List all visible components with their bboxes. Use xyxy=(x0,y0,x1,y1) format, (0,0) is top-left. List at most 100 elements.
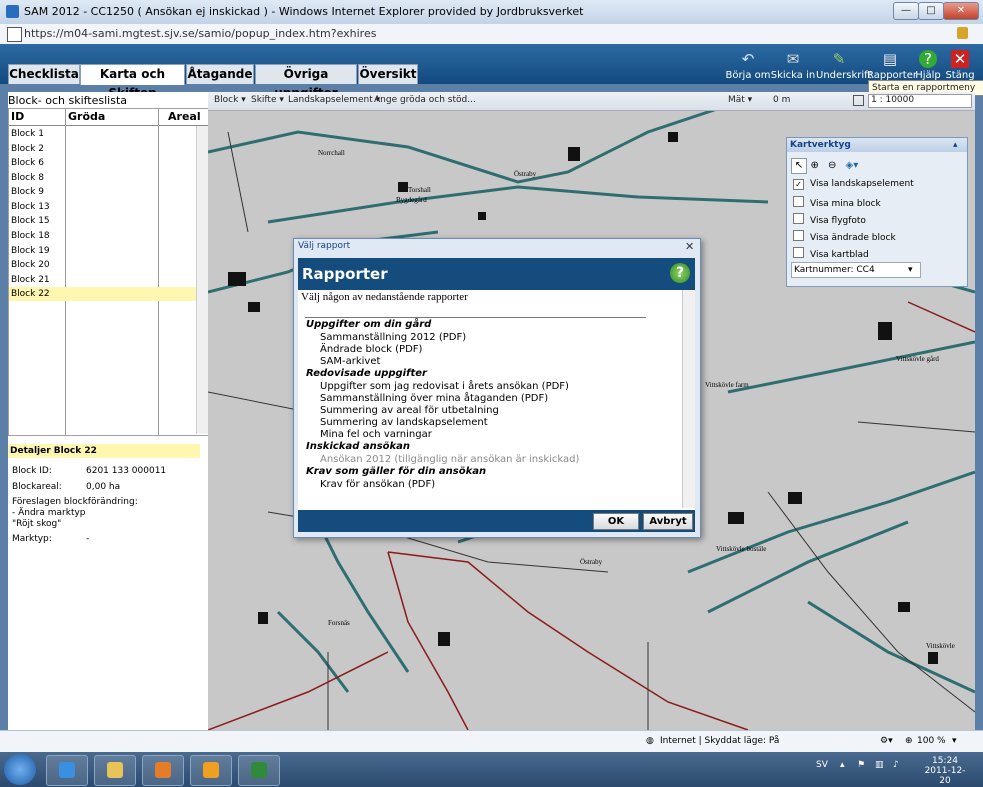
visa-flygfoto[interactable]: Visa flygfoto xyxy=(793,213,866,226)
mat-menu[interactable]: Mät ▾ xyxy=(728,95,752,105)
zoom-out-icon[interactable]: ⊖ xyxy=(828,160,842,171)
table-row[interactable]: Block 8 xyxy=(9,171,196,185)
tab-oversikt[interactable]: Översikt xyxy=(358,64,418,84)
skicka-in-button[interactable]: ✉ Skicka in xyxy=(770,50,816,81)
tab-atagande[interactable]: Åtagande xyxy=(186,64,254,84)
table-row-selected[interactable]: Block 22 xyxy=(9,287,196,301)
tab-checklista[interactable]: Checklista xyxy=(8,64,80,84)
scale-select[interactable]: 1 : 10000 xyxy=(868,94,972,108)
report-link[interactable]: Summering av landskapselement xyxy=(320,417,488,428)
report-link[interactable]: Sammanställning 2012 (PDF) xyxy=(320,332,466,343)
ok-button[interactable]: OK xyxy=(593,513,639,530)
clock-date: 2011-12-20 xyxy=(924,766,966,786)
send-icon: ✉ xyxy=(786,50,800,68)
report-link[interactable]: Krav för ansökan (PDF) xyxy=(320,479,435,490)
page-icon xyxy=(7,27,22,42)
clock[interactable]: 15:24 2011-12-20 xyxy=(920,756,970,786)
visa-andrade-block[interactable]: Visa ändrade block xyxy=(793,230,896,243)
table-row[interactable]: Block 20 xyxy=(9,258,196,272)
collapse-icon[interactable]: ▴ xyxy=(953,138,958,152)
volume-icon[interactable]: ♪ xyxy=(893,760,899,770)
table-row[interactable]: Block 2 xyxy=(9,142,196,156)
table-row[interactable]: Block 21 xyxy=(9,273,196,287)
col-groda[interactable]: Gröda xyxy=(68,110,105,123)
maximize-button[interactable]: □ xyxy=(918,2,944,20)
checkbox-icon[interactable] xyxy=(793,247,804,258)
url-text[interactable]: https://m04-sami.mgtest.sjv.se/samio/pop… xyxy=(24,27,376,40)
checkbox-icon[interactable]: ✓ xyxy=(793,179,804,190)
ange-groda-button[interactable]: Ange gröda och stöd... xyxy=(374,95,476,105)
map-tools-header: Kartverktyg ▴ xyxy=(787,138,967,152)
ie-taskbar-button[interactable] xyxy=(46,755,88,786)
marktyp-value: - xyxy=(86,534,90,544)
skicka-in-label: Skicka in xyxy=(770,70,816,81)
outlook-taskbar-button[interactable] xyxy=(190,755,232,786)
calendar-icon[interactable] xyxy=(853,95,864,106)
security-zone[interactable]: Internet | Skyddat läge: På xyxy=(660,736,779,746)
table-row[interactable]: Block 9 xyxy=(9,185,196,199)
visa-kartblad[interactable]: Visa kartblad xyxy=(793,247,869,260)
settings-icon[interactable]: ⚙▾ xyxy=(880,736,893,746)
table-row[interactable]: Block 18 xyxy=(9,229,196,243)
landskapselement-menu[interactable]: Landskapselement ▾ xyxy=(288,95,380,105)
tab-karta-och-skiften[interactable]: Karta och Skiften xyxy=(80,64,185,100)
report-link[interactable]: Mina fel och varningar xyxy=(320,429,432,440)
start-button[interactable] xyxy=(4,754,36,785)
lock-icon[interactable] xyxy=(957,27,968,39)
flag-icon[interactable]: ⚑ xyxy=(857,760,865,770)
table-row[interactable]: Block 19 xyxy=(9,244,196,258)
report-link[interactable]: Ändrade block (PDF) xyxy=(320,344,422,355)
dialog-close-icon[interactable]: ✕ xyxy=(685,240,694,253)
dialog-banner-title: Rapporter xyxy=(302,265,388,283)
network-icon[interactable]: ▥ xyxy=(875,760,884,770)
show-hidden-icons[interactable]: ▴ xyxy=(840,760,845,770)
place-label: Forsnäs xyxy=(328,619,350,627)
close-window-button[interactable]: ✕ xyxy=(943,2,979,20)
signature-icon: ✎ xyxy=(832,50,846,68)
table-row[interactable]: Block 1 xyxy=(9,127,196,141)
report-link[interactable]: Sammanställning över mina åtaganden (PDF… xyxy=(320,393,548,404)
zoom-level[interactable]: 100 % xyxy=(917,736,946,746)
layers-icon[interactable]: ◈▾ xyxy=(846,160,864,171)
avbryt-button[interactable]: Avbryt xyxy=(643,513,693,530)
block-menu[interactable]: Block ▾ xyxy=(214,95,246,105)
marktyp-label: Marktyp: xyxy=(12,534,52,544)
borja-om-button[interactable]: ↶ Börja om xyxy=(725,50,771,81)
window-title: SAM 2012 - CC1250 ( Ansökan ej inskickad… xyxy=(24,5,584,18)
zoom-in-icon[interactable]: ⊕ xyxy=(811,160,825,171)
media-taskbar-button[interactable] xyxy=(142,755,184,786)
block-id-value: 6201 133 000011 xyxy=(86,466,167,476)
dialog-scrollbar[interactable] xyxy=(682,290,695,508)
table-row[interactable]: Block 6 xyxy=(9,156,196,170)
underskrift-button[interactable]: ✎ Underskrift xyxy=(816,50,871,81)
minimize-button[interactable]: — xyxy=(893,2,919,20)
checkbox-icon[interactable] xyxy=(793,196,804,207)
col-id[interactable]: ID xyxy=(11,110,24,123)
skifte-menu[interactable]: Skifte ▾ xyxy=(251,95,284,105)
zoom-icon: ⊕ xyxy=(905,736,913,746)
table-row[interactable]: Block 15 xyxy=(9,214,196,228)
visa-mina-block[interactable]: Visa mina block xyxy=(793,196,881,209)
help-icon[interactable]: ? xyxy=(670,263,690,283)
excel-taskbar-button[interactable] xyxy=(238,755,280,786)
checkbox-icon[interactable] xyxy=(793,213,804,224)
chevron-down-icon[interactable]: ▾ xyxy=(952,736,957,746)
report-link[interactable]: Uppgifter som jag redovisat i årets ansö… xyxy=(320,381,569,392)
checkbox-icon[interactable] xyxy=(793,230,804,241)
tab-ovriga-uppgifter[interactable]: Övriga uppgifter xyxy=(255,64,357,100)
explorer-taskbar-button[interactable] xyxy=(94,755,136,786)
stang-button[interactable]: ✕ Stäng xyxy=(938,50,982,81)
report-link[interactable]: SAM-arkivet xyxy=(320,356,380,367)
col-areal[interactable]: Areal xyxy=(168,110,201,123)
visa-landskapselement[interactable]: ✓ Visa landskapselement xyxy=(793,179,914,190)
clock-time: 15:24 xyxy=(932,756,958,766)
report-link[interactable]: Summering av areal för utbetalning xyxy=(320,405,499,416)
blockareal-label: Blockareal: xyxy=(12,482,62,492)
app-header: Checklista Karta och Skiften Åtagande Öv… xyxy=(0,44,983,100)
language-indicator[interactable]: SV xyxy=(816,760,828,770)
kartnummer-select[interactable]: Kartnummer: CC4 ▾ xyxy=(791,262,921,278)
chevron-down-icon[interactable]: ▾ xyxy=(908,263,913,277)
table-row[interactable]: Block 13 xyxy=(9,200,196,214)
pointer-icon[interactable]: ↖ xyxy=(791,158,807,174)
folder-icon xyxy=(107,762,123,778)
